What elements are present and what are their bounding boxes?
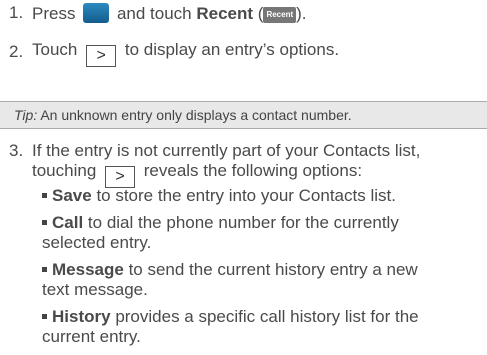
step-2-number: 2.	[9, 42, 24, 61]
bullet	[42, 220, 47, 225]
step-3-number: 3.	[9, 141, 24, 160]
option-desc-line1: to send the current history entry a new	[128, 260, 418, 279]
option-desc-line1: to store the entry into your Contacts li…	[96, 186, 396, 205]
step-2-text: Touch > to display an entry’s options.	[32, 40, 339, 67]
step-2-suffix: to display an entry’s options.	[124, 40, 340, 59]
recent-tab-icon: Recent	[263, 7, 297, 23]
step-1-middle: and touch	[116, 4, 192, 23]
option-title: History	[52, 307, 111, 326]
step-3-line2-prefix: touching	[32, 161, 97, 180]
step-2-prefix: Touch	[32, 40, 78, 59]
phone-icon	[83, 3, 110, 23]
option-title: Call	[52, 213, 84, 232]
step-1-prefix: Press	[32, 4, 76, 23]
step-1-text: Press and touch Recent (Recent).	[32, 3, 307, 24]
option-desc-line1: to dial the phone number for the current…	[87, 213, 399, 232]
option-title: Message	[52, 260, 124, 279]
tip-label: Tip:	[14, 107, 38, 123]
recent-label: Recent	[196, 4, 254, 23]
tip-text: An unknown entry only displays a contact…	[40, 107, 352, 123]
bullet	[42, 314, 47, 319]
tip-content: Tip: An unknown entry only displays a co…	[14, 107, 352, 123]
chevron-right-icon: >	[105, 166, 136, 188]
option-message: Message to send the current history entr…	[42, 260, 418, 280]
bullet	[42, 267, 47, 272]
option-desc-line1: provides a specific call history list fo…	[115, 307, 419, 326]
option-history-line2: current entry.	[42, 327, 141, 346]
step-1-number: 1.	[9, 3, 24, 22]
option-message-line2: text message.	[42, 280, 148, 299]
option-save: Save to store the entry into your Contac…	[42, 186, 396, 206]
chevron-right-icon: >	[86, 45, 117, 67]
tip-box: Tip: An unknown entry only displays a co…	[0, 101, 487, 129]
option-call-line2: selected entry.	[42, 233, 152, 252]
option-call: Call to dial the phone number for the cu…	[42, 213, 399, 233]
option-history: History provides a specific call history…	[42, 307, 419, 327]
option-title: Save	[52, 186, 92, 205]
step-3-line2: touching > reveals the following options…	[32, 161, 362, 188]
step-1-suffix: ).	[296, 4, 307, 23]
bullet	[42, 193, 47, 198]
step-3-line1: If the entry is not currently part of yo…	[32, 141, 421, 160]
step-3-line2-suffix: reveals the following options:	[143, 161, 363, 180]
